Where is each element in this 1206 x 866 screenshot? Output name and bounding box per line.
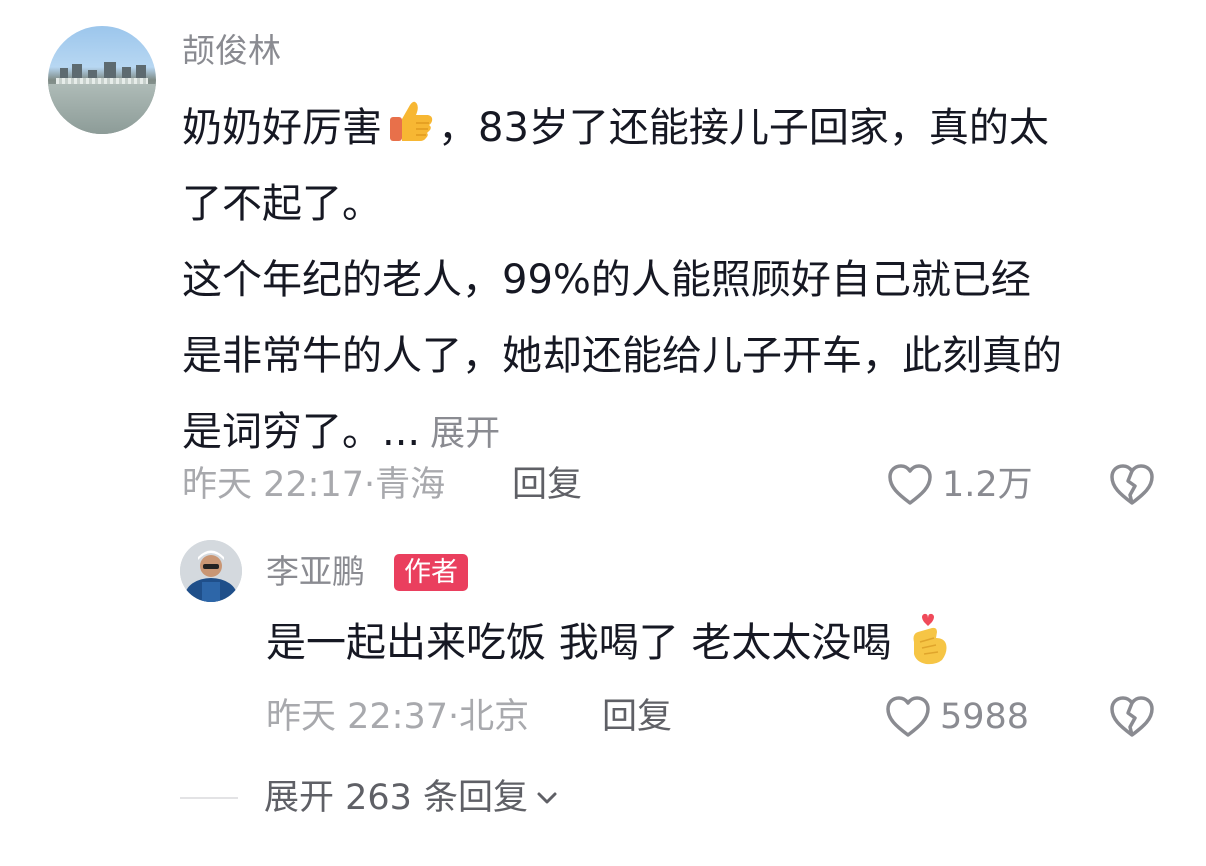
reply-like-button[interactable]: 5988 xyxy=(884,694,1029,740)
comment-line: 是词穷了。... 展开 xyxy=(182,394,1172,472)
comment-line-text: 是词穷了。... xyxy=(182,409,421,455)
comment-line: 这个年纪的老人，99%的人能照顾好自己就已经 xyxy=(182,257,1031,303)
finger-heart-icon xyxy=(913,613,947,665)
like-button[interactable]: 1.2万 xyxy=(886,462,1033,508)
divider-line xyxy=(180,797,238,799)
comment-body: 奶奶好厉害 ，83岁了还能接儿子回家，真的太 了不起了。 这个年纪的老人，99%… xyxy=(182,90,1172,472)
reply-to-reply-button[interactable]: 回复 xyxy=(602,694,672,740)
reply-author-name[interactable]: 李亚鹏 xyxy=(266,552,365,592)
avatar-water xyxy=(48,84,156,134)
reply-button[interactable]: 回复 xyxy=(512,462,582,508)
reply-body: 是一起出来吃饭 我喝了 老太太没喝 xyxy=(266,612,954,673)
heart-icon xyxy=(888,464,932,505)
comment-line: 奶奶好厉害 ，83岁了还能接儿子回家，真的太 xyxy=(182,90,1172,166)
comment-thread: 颉俊林 奶奶好厉害 ，83岁了还能接儿子回家，真的太 了不起了。 这个年纪的老人… xyxy=(0,0,1206,866)
author-badge: 作者 xyxy=(394,554,468,591)
commenter-avatar[interactable] xyxy=(48,26,156,134)
reply-author-avatar[interactable] xyxy=(180,540,242,602)
commenter-name[interactable]: 颉俊林 xyxy=(182,30,281,72)
reply-time-location: 昨天 22:37·北京 xyxy=(266,697,530,737)
reply-like-count: 5988 xyxy=(940,697,1030,737)
chevron-down-icon xyxy=(537,792,557,804)
comment-line: 了不起了。 xyxy=(182,181,382,227)
avatar-photo xyxy=(180,540,242,602)
comment-line-text: ，83岁了还能接儿子回家，真的太 xyxy=(438,105,1049,151)
broken-heart-icon[interactable] xyxy=(1108,462,1156,508)
comment-line: 是非常牛的人了，她却还能给儿子开车，此刻真的 xyxy=(182,333,1062,379)
broken-heart-icon[interactable] xyxy=(1108,694,1156,740)
reply-text: 是一起出来吃饭 我喝了 老太太没喝 xyxy=(266,620,892,666)
comment-line-text: 奶奶好厉害 xyxy=(182,105,382,151)
expand-replies-button[interactable]: 展开 263 条回复 xyxy=(180,775,560,821)
expand-comment-link[interactable]: 展开 xyxy=(430,414,500,454)
thumbs-up-icon xyxy=(390,101,433,141)
expand-replies-label: 展开 263 条回复 xyxy=(264,778,529,818)
heart-icon xyxy=(886,696,930,737)
comment-time-location: 昨天 22:17·青海 xyxy=(182,465,446,505)
like-count: 1.2万 xyxy=(942,465,1033,505)
